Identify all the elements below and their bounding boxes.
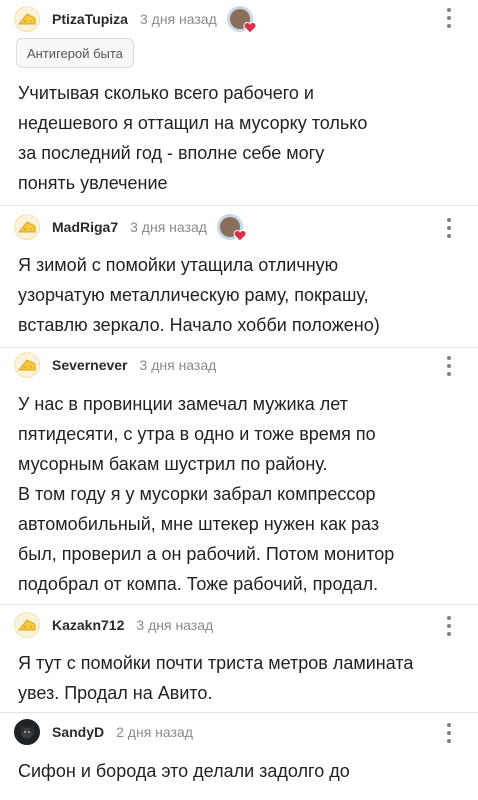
- divider: [0, 712, 478, 713]
- timestamp: 3 дня назад: [139, 11, 217, 27]
- comment-text: Я тут с помойки почти триста метров лами…: [18, 653, 414, 703]
- username[interactable]: PtizaTupiza: [52, 11, 128, 27]
- cheese-icon[interactable]: [14, 352, 40, 378]
- username[interactable]: MadRiga7: [52, 219, 118, 235]
- timestamp: 3 дня назад: [136, 617, 214, 633]
- cheese-icon[interactable]: [14, 612, 40, 638]
- comment-header: SandyD 2 дня назад: [14, 719, 193, 745]
- divider: [0, 347, 478, 348]
- more-options-button[interactable]: [442, 614, 456, 638]
- comment-text: У нас в провинции замечал мужика лет пят…: [18, 394, 395, 594]
- award-avatar[interactable]: [226, 6, 257, 34]
- award-avatar[interactable]: [216, 214, 247, 242]
- heart-icon: [233, 230, 247, 242]
- cheese-icon[interactable]: [14, 6, 40, 32]
- comment-header: PtizaTupiza 3 дня назад: [14, 6, 257, 34]
- more-options-button[interactable]: [442, 6, 456, 30]
- comment-header: MadRiga7 3 дня назад: [14, 214, 247, 242]
- timestamp: 2 дня назад: [116, 724, 193, 740]
- comment-header: Kazakn712 3 дня назад: [14, 612, 213, 638]
- divider: [0, 205, 478, 206]
- comment-text: Я зимой с помойки утащила отличную узорч…: [18, 255, 380, 335]
- username[interactable]: SandyD: [52, 724, 104, 740]
- divider: [0, 604, 478, 605]
- comment-header: Severnever 3 дня назад: [14, 352, 216, 378]
- dog-icon[interactable]: [14, 719, 40, 745]
- user-tag-badge: Антигерой быта: [16, 38, 134, 68]
- username[interactable]: Severnever: [52, 357, 128, 373]
- comment-text: Сифон и борода это делали задолго до: [18, 761, 350, 781]
- more-options-button[interactable]: [442, 354, 456, 378]
- cheese-icon[interactable]: [14, 214, 40, 240]
- timestamp: 3 дня назад: [139, 357, 217, 373]
- more-options-button[interactable]: [442, 216, 456, 240]
- comment-text: Учитывая сколько всего рабочего и недеше…: [18, 83, 368, 193]
- more-options-button[interactable]: [442, 721, 456, 745]
- heart-icon: [243, 22, 257, 34]
- timestamp: 3 дня назад: [130, 219, 207, 235]
- username[interactable]: Kazakn712: [52, 617, 124, 633]
